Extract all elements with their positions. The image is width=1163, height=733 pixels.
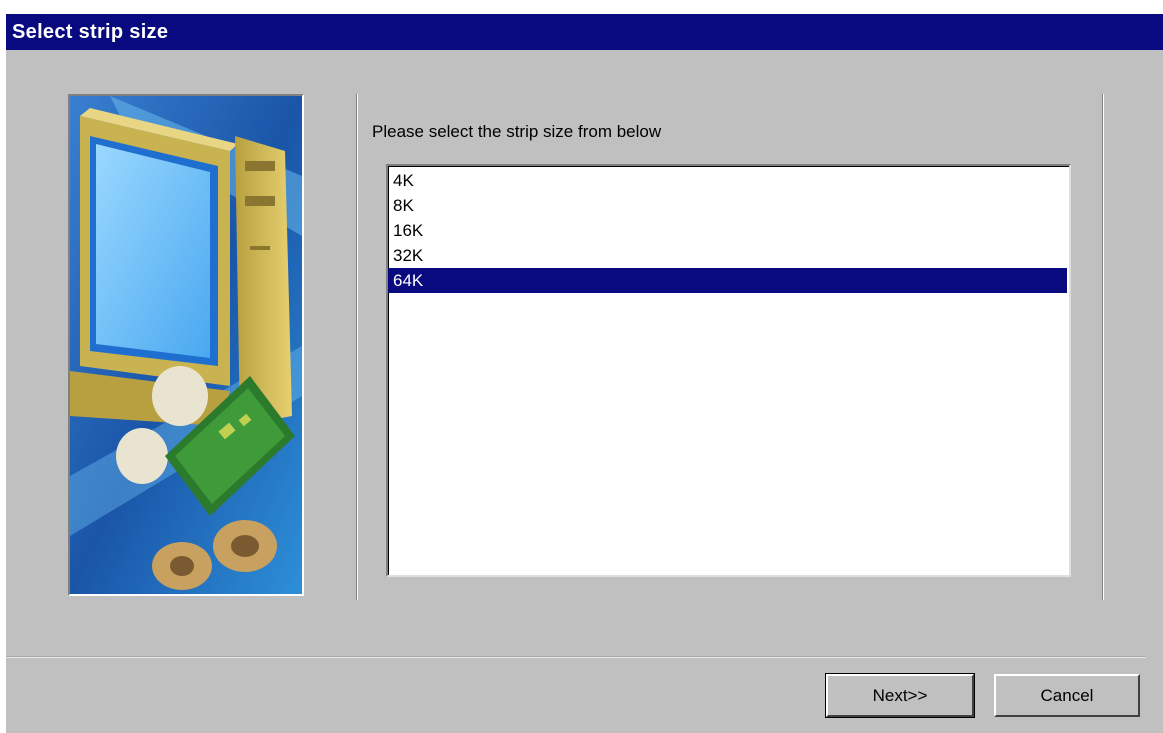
next-button[interactable]: Next>> [825, 673, 975, 718]
wizard-dialog: Select strip size Please select the stri… [6, 14, 1163, 733]
list-item-16k[interactable]: 16K [388, 218, 1069, 243]
strip-size-listbox[interactable]: 4K 8K 16K 32K 64K [386, 164, 1071, 577]
list-item-4k[interactable]: 4K [388, 168, 1069, 193]
button-separator [6, 656, 1146, 658]
dialog-title: Select strip size [6, 14, 1163, 50]
wizard-illustration [68, 94, 304, 596]
list-item-64k[interactable]: 64K [388, 268, 1067, 293]
cancel-button[interactable]: Cancel [994, 674, 1140, 717]
list-item-32k[interactable]: 32K [388, 243, 1069, 268]
list-item-8k[interactable]: 8K [388, 193, 1069, 218]
instruction-label: Please select the strip size from below [372, 122, 662, 141]
